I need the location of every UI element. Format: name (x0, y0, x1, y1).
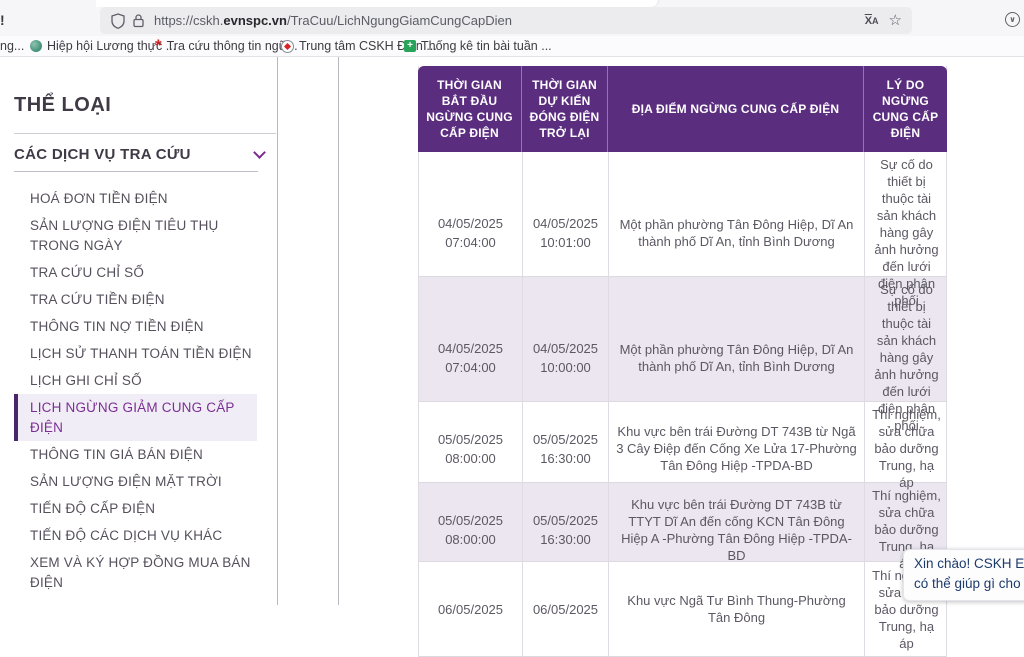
shield-icon[interactable] (108, 11, 128, 31)
bookmark-label: Tra cứu thông tin ngữ... (167, 39, 298, 53)
cell-start: 05/05/202508:00:00 (419, 402, 523, 495)
sidebar-item-tien-do-cap-dien[interactable]: TIẾN ĐỘ CẤP ĐIỆN (14, 495, 264, 522)
sidebar-item-lich-su-thanh-toan[interactable]: LỊCH SỬ THANH TOÁN TIỀN ĐIỆN (14, 340, 264, 367)
sidebar-divider-line (277, 57, 278, 605)
cell-location: Khu vực bên trái Đường DT 743B từ Ngã 3 … (609, 402, 865, 495)
table-header-row: THỜI GIAN BẮT ĐẦU NGỪNG CUNG CẤP ĐIỆN TH… (418, 66, 947, 152)
cell-reason: Thí nghiệm, sửa chữa bảo dưỡng Trung, hạ… (865, 402, 948, 495)
sidebar-item-lich-ghi-chi-so[interactable]: LỊCH GHI CHỈ SỐ (14, 367, 264, 394)
cutoff-extension-icon: ! (0, 12, 5, 28)
table-row: 04/05/202507:04:00 04/05/202510:00:00 Mộ… (419, 277, 946, 402)
header-end-time: THỜI GIAN DỰ KIẾN ĐÓNG ĐIỆN TRỞ LẠI (522, 66, 608, 152)
pocket-icon[interactable]: ∨ (1005, 12, 1020, 27)
table-row: 05/05/202508:00:00 05/05/202516:30:00 Kh… (419, 483, 946, 562)
url-scheme: https://cskh. (154, 13, 223, 28)
sidebar-item-hoa-don[interactable]: HOÁ ĐƠN TIỀN ĐIỆN (14, 185, 264, 212)
chat-line: Xin chào! CSKH EVN (914, 554, 1024, 574)
browser-navbar: ! https://cskh.evnspc.vn/TraCuu/LichNgun… (0, 0, 1024, 36)
red-asterisk-icon: * (155, 41, 162, 51)
sidebar-item-tra-cuu-tien-dien[interactable]: TRA CỨU TIỀN ĐIỆN (14, 286, 264, 313)
chat-greeting-bubble[interactable]: Xin chào! CSKH EVN có thể giúp gì cho bạ… (903, 549, 1024, 601)
sidebar-item-tien-do-dich-vu-khac[interactable]: TIẾN ĐỘ CÁC DỊCH VỤ KHÁC (14, 522, 264, 549)
sidebar-section-header[interactable]: CÁC DỊCH VỤ TRA CỨU (14, 146, 264, 163)
sidebar-item-lich-ngung-giam[interactable]: LỊCH NGỪNG GIẢM CUNG CẤP ĐIỆN (14, 394, 257, 441)
bookmark-item-tra-cuu[interactable]: * Tra cứu thông tin ngữ... (155, 39, 298, 53)
cell-end: 05/05/202516:30:00 (523, 402, 609, 495)
sidebar-item-no-tien-dien[interactable]: THÔNG TIN NỢ TIỀN ĐIỆN (14, 313, 264, 340)
bookmarks-bar: ng... Hiệp hội Lương thực ... * Tra cứu … (0, 36, 1024, 57)
evn-logo-icon (281, 40, 294, 53)
bookmark-label: ng... (0, 39, 24, 53)
table-row: 04/05/202507:04:00 04/05/202510:01:00 Mộ… (419, 152, 946, 277)
bookmark-star-icon[interactable]: ☆ (889, 13, 902, 28)
url-text[interactable]: https://cskh.evnspc.vn/TraCuu/LichNgungG… (154, 13, 865, 28)
header-start-time: THỜI GIAN BẮT ĐẦU NGỪNG CUNG CẤP ĐIỆN (418, 66, 522, 152)
globe-icon (30, 40, 42, 52)
sidebar-item-dien-mat-troi[interactable]: SẢN LƯỢNG ĐIỆN MẶT TRỜI (14, 468, 264, 495)
sidebar-item-tra-cuu-chi-so[interactable]: TRA CỨU CHỈ SỐ (14, 259, 264, 286)
chat-line: có thể giúp gì cho bạn (914, 574, 1024, 594)
table-row: 05/05/202508:00:00 05/05/202516:30:00 Kh… (419, 402, 946, 483)
bookmark-item-thong-ke[interactable]: + Thống kê tin bài tuần ... (404, 39, 552, 53)
url-path: /TraCuu/LichNgungGiamCungCapDien (287, 13, 512, 28)
sidebar-item-gia-ban-dien[interactable]: THÔNG TIN GIÁ BÁN ĐIỆN (14, 441, 264, 468)
page-content: THỂ LOẠI CÁC DỊCH VỤ TRA CỨU HOÁ ĐƠN TIỀ… (0, 57, 1024, 605)
outage-schedule-table: THỜI GIAN BẮT ĐẦU NGỪNG CUNG CẤP ĐIỆN TH… (418, 66, 947, 657)
bookmark-label: Thống kê tin bài tuần ... (421, 39, 552, 53)
bookmark-item-cut[interactable]: ng... (0, 39, 24, 53)
divider (14, 133, 276, 134)
content-divider-line (338, 57, 339, 605)
cell-end: 06/05/2025 (523, 562, 609, 656)
header-reason: LÝ DO NGỪNG CUNG CẤP ĐIỆN (864, 66, 947, 152)
sidebar-item-hop-dong-mua-ban[interactable]: XEM VÀ KÝ HỢP ĐỒNG MUA BÁN ĐIỆN (14, 549, 264, 596)
table-row: 06/05/2025 06/05/2025 Khu vực Ngã Tư Bìn… (419, 562, 946, 657)
cell-start: 06/05/2025 (419, 562, 523, 656)
url-domain: evnspc.vn (223, 13, 287, 28)
header-location: ĐỊA ĐIỂM NGỪNG CUNG CẤP ĐIỆN (608, 66, 864, 152)
cell-location: Khu vực Ngã Tư Bình Thung-Phường Tân Đôn… (609, 562, 865, 656)
browser-chrome: ! https://cskh.evnspc.vn/TraCuu/LichNgun… (0, 0, 1024, 57)
chevron-down-icon (253, 146, 266, 159)
green-sheet-icon: + (404, 40, 416, 52)
sidebar-item-san-luong-ngay[interactable]: SẢN LƯỢNG ĐIỆN TIÊU THỤ TRONG NGÀY (14, 212, 264, 259)
divider (14, 171, 258, 172)
sidebar-title: THỂ LOẠI (14, 94, 111, 117)
url-bar[interactable]: https://cskh.evnspc.vn/TraCuu/LichNgungG… (100, 7, 912, 34)
lock-icon[interactable] (128, 11, 148, 31)
sidebar-section-label: CÁC DỊCH VỤ TRA CỨU (14, 146, 191, 163)
sidebar: THỂ LOẠI CÁC DỊCH VỤ TRA CỨU HOÁ ĐƠN TIỀ… (0, 57, 277, 605)
translate-icon[interactable]: XA (865, 15, 879, 27)
sidebar-menu: HOÁ ĐƠN TIỀN ĐIỆN SẢN LƯỢNG ĐIỆN TIÊU TH… (14, 185, 264, 596)
